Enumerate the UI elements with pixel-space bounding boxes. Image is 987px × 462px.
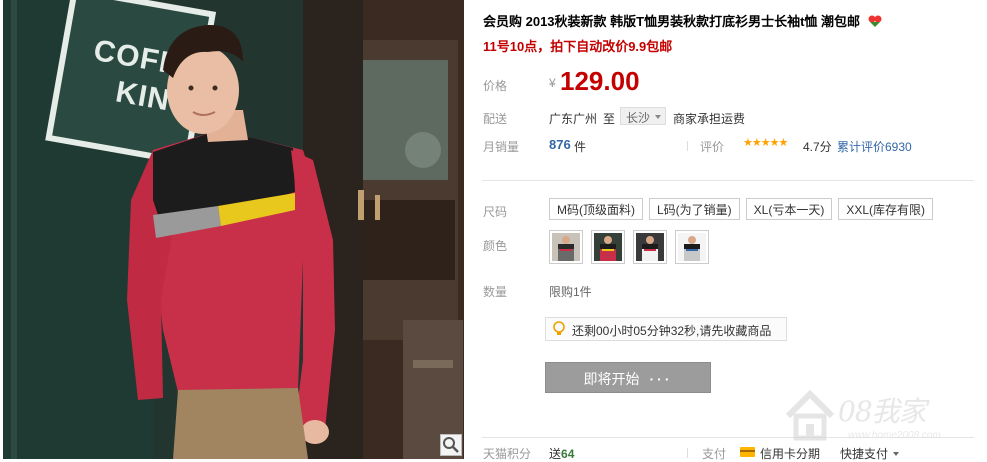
ship-from-location: 广东广州	[549, 112, 598, 126]
price-value: 129.00	[560, 66, 640, 96]
destination-city-value: 长沙	[626, 111, 651, 125]
product-main-image[interactable]: COFF KING	[3, 0, 464, 459]
divider	[687, 448, 688, 458]
shipping-label: 配送	[483, 112, 508, 126]
ship-to-word: 至	[603, 112, 616, 126]
monthly-sales-count: 876	[549, 137, 571, 152]
chevron-down-icon	[655, 115, 661, 119]
color-swatch-1-thumbnail	[552, 233, 580, 261]
size-option-m[interactable]: M码(顶级面料)	[549, 198, 643, 220]
monthly-sales-unit: 件	[574, 140, 587, 154]
size-label: 尺码	[483, 205, 508, 219]
quantity-label: 数量	[483, 285, 508, 299]
color-options	[549, 230, 709, 264]
product-title: 会员购 2013秋装新款 韩版T恤男装秋款打底衫男士长袖t恤 潮包邮	[483, 11, 882, 30]
review-count-link[interactable]: 累计评价6930	[837, 138, 912, 155]
price-label: 价格	[483, 79, 508, 93]
shipping-fee-text: 商家承担运费	[673, 112, 746, 126]
rating-score: 4.7分	[803, 140, 832, 154]
destination-city-select[interactable]: 长沙	[620, 107, 666, 125]
rating-stars-icon: ★★★★★	[743, 137, 788, 149]
payment-label: 支付	[702, 447, 727, 461]
color-swatch-2-thumbnail	[594, 233, 622, 261]
coming-soon-label: 即将开始	[583, 371, 640, 387]
ellipsis-icon: ···	[649, 371, 673, 387]
price-currency: ¥	[549, 76, 556, 90]
quantity-limit-text: 限购1件	[549, 285, 592, 299]
product-photo-illustration: COFF KING	[3, 0, 464, 459]
site-watermark: 08我家 www.home2008.com	[778, 382, 978, 460]
color-swatch-2[interactable]	[591, 230, 625, 264]
color-swatch-3[interactable]	[633, 230, 667, 264]
size-option-l[interactable]: L码(为了销量)	[649, 198, 740, 220]
section-divider	[482, 180, 974, 181]
coming-soon-button[interactable]: 即将开始 ···	[545, 362, 711, 393]
points-prefix: 送	[549, 447, 562, 461]
promo-text: 11号10点，拍下自动改价9.9包邮	[483, 39, 673, 54]
size-option-xxl[interactable]: XXL(库存有限)	[838, 198, 934, 220]
watermark-text: 08我家	[838, 395, 927, 428]
rating-label: 评价	[700, 140, 725, 154]
lightbulb-icon	[553, 321, 565, 335]
color-swatch-1[interactable]	[549, 230, 583, 264]
tmall-points-label: 天猫积分	[483, 447, 532, 461]
magnifier-icon	[443, 437, 459, 453]
color-swatch-3-thumbnail	[636, 233, 664, 261]
countdown-notice: 还剩00小时05分钟32秒,请先收藏商品	[545, 317, 787, 341]
house-logo-icon	[785, 389, 835, 441]
hot-badge-icon	[868, 15, 882, 27]
monthly-sales-label: 月销量	[483, 140, 520, 154]
color-swatch-4[interactable]	[675, 230, 709, 264]
points-number: 64	[561, 447, 575, 461]
divider	[687, 141, 688, 151]
size-options: M码(顶级面料) L码(为了销量) XL(亏本一天) XXL(库存有限)	[549, 198, 934, 220]
product-title-text: 会员购 2013秋装新款 韩版T恤男装秋款打底衫男士长袖t恤 潮包邮	[483, 14, 861, 29]
countdown-text: 还剩00小时05分钟32秒,请先收藏商品	[572, 324, 772, 338]
zoom-button[interactable]	[440, 434, 462, 456]
credit-card-icon	[740, 447, 755, 457]
size-option-xl[interactable]: XL(亏本一天)	[745, 198, 833, 220]
watermark-url: www.home2008.com	[848, 430, 941, 441]
color-label: 颜色	[483, 239, 508, 253]
tmall-points-value: 送64	[549, 445, 574, 462]
color-swatch-4-thumbnail	[678, 233, 706, 261]
